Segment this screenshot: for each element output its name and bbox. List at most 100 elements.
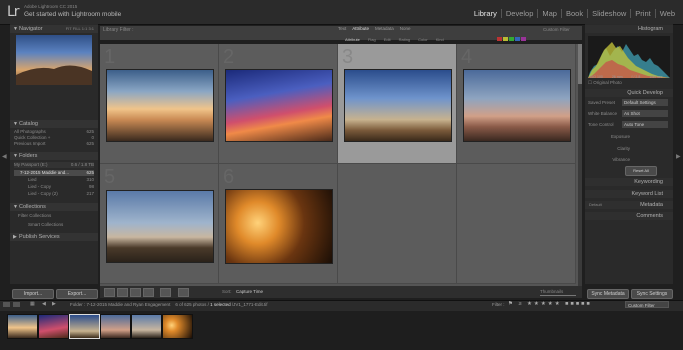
edit-filter[interactable]: Edit <box>384 37 391 42</box>
filmstrip-thumbnail[interactable] <box>131 314 162 339</box>
histogram-header[interactable]: Histogram <box>585 25 673 33</box>
page-2-icon[interactable] <box>13 302 20 307</box>
module-book[interactable]: Book <box>560 9 587 18</box>
comments-header[interactable]: Comments <box>585 212 673 220</box>
sync-metadata-button[interactable]: Sync Metadata <box>587 289 629 299</box>
reset-all-button[interactable]: Reset All <box>625 166 657 176</box>
color-label-swatches[interactable] <box>497 37 526 41</box>
photo-thumbnail[interactable] <box>225 189 333 264</box>
grid-cell[interactable]: 1 <box>100 44 219 164</box>
thumbnail-size-slider[interactable] <box>540 295 576 296</box>
grid-view-icon[interactable] <box>104 288 115 297</box>
module-print[interactable]: Print <box>630 9 654 18</box>
forward-arrow-icon[interactable]: ▶ <box>52 301 56 307</box>
page-1-icon[interactable] <box>3 302 10 307</box>
kind-filter[interactable]: Kind <box>436 37 444 42</box>
metadata-preset-select[interactable]: Default <box>589 201 602 209</box>
module-map[interactable]: Map <box>537 9 561 18</box>
flag-filter[interactable]: Flag <box>368 37 376 42</box>
module-picker: Library Develop Map Book Slideshow Print… <box>470 9 679 18</box>
module-library[interactable]: Library <box>470 9 501 18</box>
loupe-view-icon[interactable] <box>117 288 128 297</box>
collapse-triangle-icon: ▶ <box>13 234 17 240</box>
left-panel: ▼ Navigator FIT FILL 1:1 3:1 ▼ Catalog A… <box>10 24 98 284</box>
back-arrow-icon[interactable]: ◀ <box>42 301 46 307</box>
navigator-header[interactable]: ▼ Navigator FIT FILL 1:1 3:1 <box>10 25 98 33</box>
publish-services-header[interactable]: ▶ Publish Services <box>10 233 98 241</box>
filter-tab-text[interactable]: Text <box>338 26 346 31</box>
app-subtitle: Adobe Lightroom CC 2015 <box>24 4 78 9</box>
filmstrip-thumbnail[interactable] <box>162 314 193 339</box>
folders-header[interactable]: ▼ Folders <box>10 152 98 160</box>
grid-cell[interactable]: 4 <box>457 44 576 164</box>
quick-develop-header[interactable]: Quick Develop <box>585 89 673 97</box>
export-button[interactable]: Export... <box>56 289 98 299</box>
grid-view-small-icon[interactable]: ▦ <box>30 301 35 307</box>
photo-thumbnail[interactable] <box>344 69 452 142</box>
module-slideshow[interactable]: Slideshow <box>587 9 630 18</box>
module-web[interactable]: Web <box>654 9 679 18</box>
color-filter[interactable]: Color <box>418 37 428 42</box>
keyword-list-header[interactable]: Keyword List <box>585 190 673 198</box>
folder-item[interactable]: Lied 310 <box>14 177 94 183</box>
white-balance-row[interactable]: White Balance As Shot <box>588 110 670 117</box>
clarity-slider-row[interactable]: Clarity <box>588 145 670 152</box>
grid-cell[interactable]: 6 <box>219 164 338 284</box>
collections-header[interactable]: ▼ Collections <box>10 203 98 211</box>
people-view-icon[interactable] <box>160 288 171 297</box>
photo-thumbnail[interactable] <box>463 69 571 142</box>
survey-view-icon[interactable] <box>143 288 154 297</box>
folder-item[interactable]: Lied - Copy 98 <box>14 184 94 190</box>
photo-grid: 1 2 3 4 5 6 <box>100 44 578 286</box>
sort-select[interactable]: Capture Time <box>236 289 263 294</box>
filmstrip-thumbnail[interactable] <box>100 314 131 339</box>
filmstrip-source[interactable]: Folder : 7-12-2015 Maddie and Ryan Engag… <box>70 302 267 307</box>
sync-settings-button[interactable]: Sync Settings <box>631 289 673 299</box>
filmstrip-thumbnail[interactable] <box>7 314 38 339</box>
vibrance-slider-row[interactable]: Vibrance <box>588 156 670 163</box>
keywording-header[interactable]: Keywording <box>585 178 673 186</box>
grid-cell[interactable]: 2 <box>219 44 338 164</box>
saved-preset-row[interactable]: Saved Preset Default Settings <box>588 99 670 106</box>
metadata-header[interactable]: Default Metadata <box>585 201 673 209</box>
catalog-item-previous[interactable]: Previous Import 625 <box>14 141 94 147</box>
filmstrip-thumbnail-selected[interactable] <box>69 314 100 339</box>
collection-item[interactable]: Filter Collections <box>14 213 94 219</box>
module-develop[interactable]: Develop <box>500 9 538 18</box>
tone-control-row[interactable]: Tone Control Auto Tone <box>588 121 670 128</box>
collection-item[interactable]: Smart Collections <box>14 222 94 228</box>
photo-thumbnail[interactable] <box>106 190 214 263</box>
grid-cell-selected[interactable]: 3 <box>338 44 457 164</box>
compare-view-icon[interactable] <box>130 288 141 297</box>
library-toolbar <box>100 286 582 298</box>
grid-scrollbar-thumb[interactable] <box>578 44 582 84</box>
volume-row[interactable]: My Passport (E:) 0.6 / 1.8 TB <box>14 162 94 168</box>
filmstrip-filter-select[interactable]: Custom Filter <box>625 301 669 308</box>
custom-filter-select[interactable]: Custom Filter <box>543 27 570 32</box>
catalog-header[interactable]: ▼ Catalog <box>10 120 98 128</box>
rating-filter-stars-icon[interactable]: ⚑ ≥ ★★★★★ ■■■■■ <box>508 301 592 307</box>
photo-thumbnail[interactable] <box>106 69 214 142</box>
filmstrip-thumbnail[interactable] <box>38 314 69 339</box>
filter-tab-metadata[interactable]: Metadata <box>375 26 394 31</box>
painter-icon[interactable] <box>178 288 189 297</box>
filter-tabs: Text Attribute Metadata None <box>338 26 411 31</box>
filter-tab-none[interactable]: None <box>400 26 411 31</box>
navigator-preview[interactable] <box>16 35 92 85</box>
right-panel-toggle-icon[interactable]: ▶ <box>676 153 681 160</box>
folder-item[interactable]: Lied - Copy (2) 217 <box>14 191 94 197</box>
filter-tab-attribute[interactable]: Attribute <box>352 26 369 31</box>
empty-grid-cell <box>457 164 576 284</box>
original-photo-checkbox[interactable]: ☐ Original Photo <box>588 79 670 86</box>
import-button[interactable]: Import... <box>12 289 54 299</box>
rating-filter[interactable]: Rating <box>399 37 411 42</box>
left-panel-toggle-icon[interactable]: ◀ <box>2 153 7 160</box>
lightroom-logo: Lr <box>7 4 20 20</box>
photo-thumbnail[interactable] <box>225 69 333 142</box>
zoom-options[interactable]: FIT FILL 1:1 3:1 <box>66 25 94 33</box>
identity-plate-title[interactable]: Get started with Lightroom mobile <box>24 11 121 18</box>
grid-cell[interactable]: 5 <box>100 164 219 284</box>
exposure-slider-row[interactable]: Exposure <box>588 133 670 140</box>
library-filter-title: Library Filter : <box>103 27 134 33</box>
folder-item-selected[interactable]: 7-12-2015 Maddie and... 625 <box>14 170 94 176</box>
